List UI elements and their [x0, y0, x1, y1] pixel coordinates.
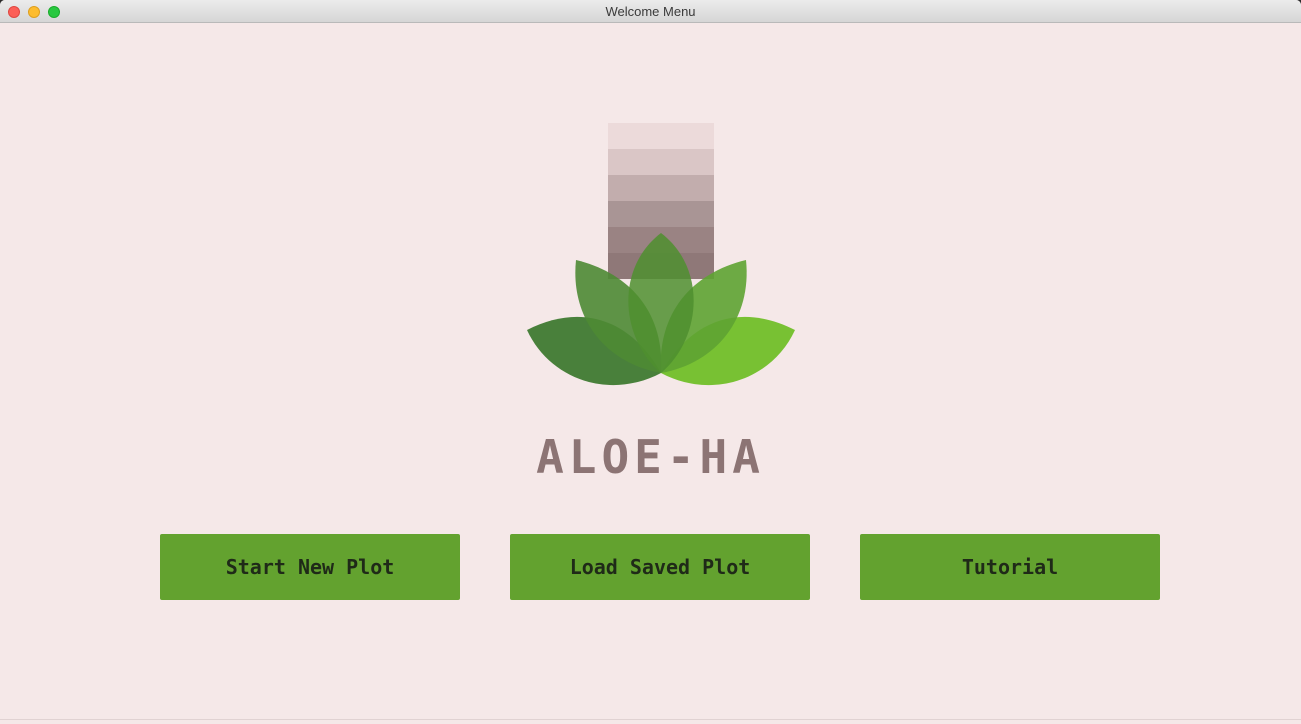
tutorial-button[interactable]: Tutorial: [860, 534, 1160, 600]
title-bar: Welcome Menu: [0, 0, 1301, 23]
welcome-window: Welcome Menu ALOE-HA Start New Plot Load…: [0, 0, 1301, 724]
load-saved-plot-button[interactable]: Load Saved Plot: [510, 534, 810, 600]
start-new-plot-button[interactable]: Start New Plot: [160, 534, 460, 600]
logo-bar: [608, 149, 714, 175]
logo-bar: [608, 123, 714, 149]
window-bottom-edge: [0, 719, 1301, 724]
logo-bar: [608, 201, 714, 227]
window-title: Welcome Menu: [605, 4, 696, 19]
app-name-title: ALOE-HA: [536, 430, 765, 484]
aloe-lotus-logo-icon: [527, 123, 795, 386]
logo-bar: [608, 175, 714, 201]
